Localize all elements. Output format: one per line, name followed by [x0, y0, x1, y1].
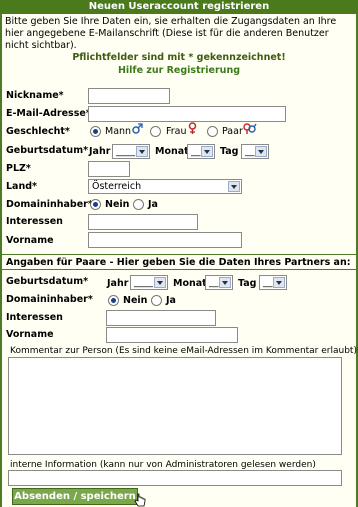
nickname-label: Nickname*	[6, 90, 64, 101]
domain-owner-no-label: Nein	[105, 199, 130, 210]
month-label: Monat	[155, 146, 189, 157]
country-select[interactable]: Österreich	[88, 179, 242, 194]
required-note: Pflichtfelder sind mit * gekennzeichnet!	[72, 52, 286, 63]
day-select-value: __	[245, 146, 255, 157]
domain-owner-no-radio[interactable]	[90, 199, 101, 210]
partner-heading: Angaben für Paare - Hier geben Sie die D…	[6, 257, 351, 268]
domain-owner-label: Domaininhaber*	[6, 199, 93, 210]
partner-firstname-label: Vorname	[6, 329, 54, 340]
partner-birthdate-label: Geburtsdatum*	[6, 276, 89, 287]
submit-button[interactable]: Absenden / speichern	[12, 488, 138, 505]
partner-firstname-input[interactable]	[106, 327, 238, 343]
day-label: Tag	[220, 146, 239, 157]
internal-info-label: interne Information (kann nur von Admini…	[10, 460, 316, 470]
intro-text: Bitte geben Sie Ihre Daten ein, sie erha…	[5, 16, 337, 51]
chevron-down-icon	[219, 277, 231, 288]
gender-label: Geschlecht*	[6, 126, 70, 137]
firstname-input[interactable]	[88, 232, 242, 248]
domain-owner-yes-radio[interactable]	[133, 199, 144, 210]
year-select-value: ____	[116, 146, 135, 157]
male-symbol-icon	[132, 123, 143, 134]
gender-female-label: Frau	[166, 126, 187, 137]
email-input[interactable]	[88, 106, 286, 122]
comment-label: Kommentar zur Person (Es sind keine eMai…	[10, 346, 358, 356]
partner-day-label: Tag	[238, 278, 257, 289]
partner-domain-owner-yes-radio[interactable]	[151, 295, 162, 306]
partner-year-select-value: ____	[134, 277, 153, 288]
section-divider	[2, 254, 356, 255]
month-select[interactable]: __	[187, 144, 215, 159]
year-select[interactable]: ____	[112, 144, 150, 159]
partner-month-label: Monat	[173, 278, 207, 289]
partner-domain-owner-label: Domaininhaber*	[6, 294, 93, 305]
email-label: E-Mail-Adresse*	[6, 108, 91, 119]
partner-month-select[interactable]: __	[205, 275, 233, 290]
birthdate-label: Geburtsdatum*	[6, 145, 89, 156]
chevron-down-icon	[136, 146, 148, 157]
comment-textarea[interactable]	[8, 357, 342, 455]
partner-day-select-value: __	[263, 277, 273, 288]
partner-domain-owner-no-label: Nein	[123, 295, 148, 306]
internal-info-input[interactable]	[8, 470, 342, 486]
chevron-down-icon	[255, 146, 267, 157]
interests-label: Interessen	[6, 216, 63, 227]
partner-domain-owner-no-radio[interactable]	[108, 295, 119, 306]
section-divider	[2, 269, 356, 270]
chevron-down-icon	[201, 146, 213, 157]
partner-day-select[interactable]: __	[259, 275, 287, 290]
gender-couple-radio[interactable]	[207, 126, 218, 137]
month-select-value: __	[191, 146, 201, 157]
chevron-down-icon	[273, 277, 285, 288]
firstname-label: Vorname	[6, 235, 54, 246]
gender-couple-label: Paar	[222, 126, 243, 137]
couple-symbol-icon	[243, 123, 257, 134]
partner-year-label: Jahr	[107, 278, 129, 289]
nickname-input[interactable]	[88, 88, 170, 104]
interests-input[interactable]	[88, 214, 198, 230]
partner-interests-input[interactable]	[106, 310, 216, 326]
chevron-down-icon	[228, 181, 240, 192]
female-symbol-icon	[188, 122, 197, 134]
country-select-value: Österreich	[92, 181, 142, 192]
year-label: Jahr	[89, 146, 111, 157]
chevron-down-icon	[154, 277, 166, 288]
help-link[interactable]: Hilfe zur Registrierung	[0, 65, 358, 76]
gender-female-radio[interactable]	[150, 126, 161, 137]
gender-male-label: Mann	[105, 126, 132, 137]
partner-month-select-value: __	[209, 277, 219, 288]
hand-cursor-icon	[134, 493, 146, 507]
plz-input[interactable]	[88, 161, 130, 177]
plz-label: PLZ*	[6, 163, 31, 174]
country-label: Land*	[6, 181, 37, 192]
partner-interests-label: Interessen	[6, 312, 63, 323]
gender-male-radio[interactable]	[90, 126, 101, 137]
partner-year-select[interactable]: ____	[130, 275, 168, 290]
domain-owner-yes-label: Ja	[148, 199, 158, 210]
page-title: Neuen Useraccount registrieren	[0, 0, 358, 14]
partner-domain-owner-yes-label: Ja	[166, 295, 176, 306]
day-select[interactable]: __	[241, 144, 269, 159]
